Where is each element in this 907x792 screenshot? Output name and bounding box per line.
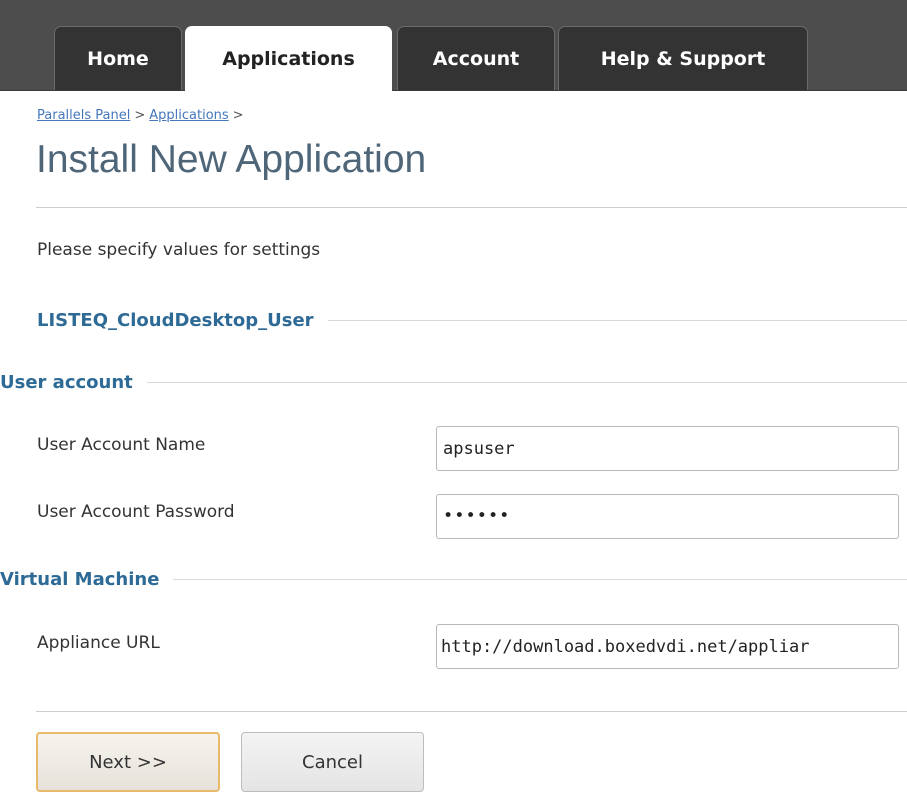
- section-divider: [146, 382, 907, 383]
- user-account-password-label: User Account Password: [37, 502, 235, 522]
- user-account-name-input[interactable]: [436, 426, 899, 471]
- breadcrumb-separator: >: [134, 108, 146, 123]
- app-section-heading: LISTEQ_CloudDesktop_User: [37, 310, 907, 331]
- intro-text: Please specify values for settings: [37, 240, 321, 260]
- app-section-title: LISTEQ_CloudDesktop_User: [37, 310, 314, 331]
- virtual-machine-section-heading: Virtual Machine: [0, 569, 907, 590]
- form-footer-divider: [36, 711, 907, 712]
- section-divider: [327, 320, 907, 321]
- page-title: Install New Application: [36, 138, 427, 181]
- tab-account[interactable]: Account: [397, 26, 555, 90]
- appliance-url-label: Appliance URL: [37, 633, 160, 653]
- title-divider: [36, 207, 907, 208]
- breadcrumb-applications[interactable]: Applications: [149, 108, 228, 123]
- breadcrumb-parallels-panel[interactable]: Parallels Panel: [37, 108, 130, 123]
- user-account-section-heading: User account: [0, 372, 907, 393]
- tab-applications[interactable]: Applications: [185, 26, 392, 91]
- tab-help-support[interactable]: Help & Support: [558, 26, 808, 90]
- breadcrumb: Parallels Panel > Applications >: [37, 108, 248, 123]
- breadcrumb-separator: >: [232, 108, 244, 123]
- section-divider: [173, 579, 907, 580]
- top-tab-bar: Home Applications Account Help & Support: [0, 0, 907, 91]
- user-account-name-label: User Account Name: [37, 435, 206, 455]
- appliance-url-input[interactable]: [436, 624, 899, 669]
- cancel-button[interactable]: Cancel: [241, 732, 424, 792]
- tab-home[interactable]: Home: [54, 26, 182, 90]
- user-account-password-input[interactable]: ••••••: [436, 494, 899, 539]
- virtual-machine-section-title: Virtual Machine: [0, 569, 160, 590]
- user-account-section-title: User account: [0, 372, 133, 393]
- next-button[interactable]: Next >>: [36, 732, 220, 792]
